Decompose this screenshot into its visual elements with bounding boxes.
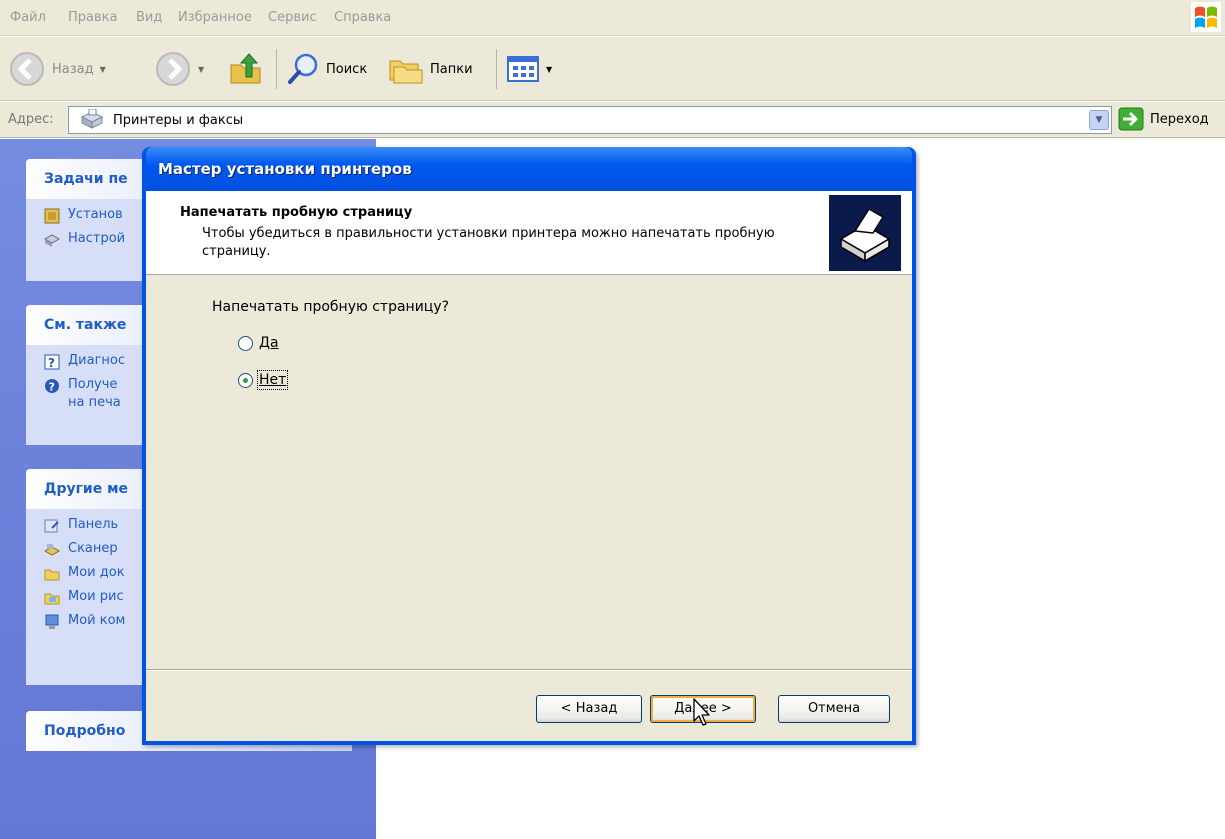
printer-icon [829,195,901,271]
pictures-folder-icon [44,593,60,605]
folders-icon [389,60,423,84]
windows-logo-icon [1191,2,1221,32]
menu-view[interactable]: Вид [136,10,162,25]
chevron-down-icon[interactable]: ▼ [546,65,552,74]
menu-bar: Файл Правка Вид Избранное Сервис Справка [0,0,1225,36]
address-bar: Адрес: Принтеры и факсы ▼ Переход [0,102,1225,138]
task-label: Установ [68,207,123,222]
printer-icon [44,234,60,247]
radio-yes-label: Да [259,335,279,351]
printer-folder-icon [80,109,104,129]
toolbar: Назад ▼ ▼ Поиск Папки ▼ [0,37,1225,101]
task-label: Сканер [68,541,118,556]
chevron-down-icon[interactable]: ▼ [1089,110,1109,130]
dialog-divider [146,669,912,671]
radio-no[interactable]: Нет [238,370,289,390]
svg-text:?: ? [49,381,55,394]
task-label: Мои рис [68,589,124,604]
task-label: Панель [68,517,119,532]
computer-icon [45,614,59,629]
dialog-body: Напечатать пробную страницу Чтобы убедит… [146,191,912,741]
add-printer-icon [44,208,60,224]
go-button[interactable]: Переход [1118,107,1209,131]
folders-button[interactable]: Папки [388,47,473,91]
wizard-header: Напечатать пробную страницу Чтобы убедит… [146,191,912,275]
up-folder-button[interactable] [228,47,264,91]
views-button[interactable]: ▼ [506,47,552,91]
task-label: на печа [68,395,121,410]
views-grid-icon [507,56,539,82]
wizard-header-subtitle: Чтобы убедиться в правильности установки… [202,226,775,259]
dialog-title[interactable]: Мастер установки принтеров [146,147,912,191]
menu-edit[interactable]: Правка [68,10,117,25]
forward-button[interactable]: ▼ [154,47,204,91]
go-arrow-icon [1118,107,1144,131]
radio-yes[interactable]: Да [238,335,279,351]
address-value: Принтеры и факсы [113,113,244,128]
add-printer-wizard-dialog: Мастер установки принтеров Напечатать пр… [142,147,916,745]
search-button[interactable]: Поиск [286,47,367,91]
help-circle-icon: ? [45,379,59,394]
task-label: Мои док [68,565,125,580]
test-page-question: Напечатать пробную страницу? [212,299,450,315]
menu-help[interactable]: Справка [334,10,391,25]
scanner-icon [44,544,60,556]
address-field[interactable]: Принтеры и факсы ▼ [68,106,1112,134]
go-label: Переход [1150,111,1209,127]
cancel-button[interactable]: Отмена [778,695,890,723]
chevron-down-icon[interactable]: ▼ [100,65,106,74]
chevron-down-icon[interactable]: ▼ [198,65,204,74]
up-folder-icon [230,53,261,84]
radio-no-label: Нет [256,370,289,390]
back-button[interactable]: Назад ▼ [8,47,106,91]
folders-label: Папки [430,61,473,77]
help-icon: ? [44,354,60,370]
task-label: Диагнос [68,353,126,368]
task-label: Настрой [68,231,126,246]
radio-selected-icon[interactable] [238,372,253,388]
task-label: Получе [68,377,118,392]
search-icon [288,53,318,84]
menu-tools[interactable]: Сервис [268,10,317,25]
task-label: Мой ком [68,613,126,628]
menu-file[interactable]: Файл [10,10,46,25]
back-label: Назад [52,61,94,77]
back-button[interactable]: < Назад [536,695,642,723]
radio-circle-icon[interactable] [238,335,253,351]
wizard-header-title: Напечатать пробную страницу [180,205,413,220]
forward-arrow-icon [156,52,190,86]
control-panel-icon [44,519,59,533]
back-arrow-icon [10,52,44,86]
folder-icon [44,569,60,581]
menu-favorites[interactable]: Избранное [178,10,252,25]
address-label: Адрес: [8,112,54,127]
mouse-cursor-icon [693,698,710,726]
svg-text:?: ? [48,356,55,370]
search-label: Поиск [326,61,368,77]
